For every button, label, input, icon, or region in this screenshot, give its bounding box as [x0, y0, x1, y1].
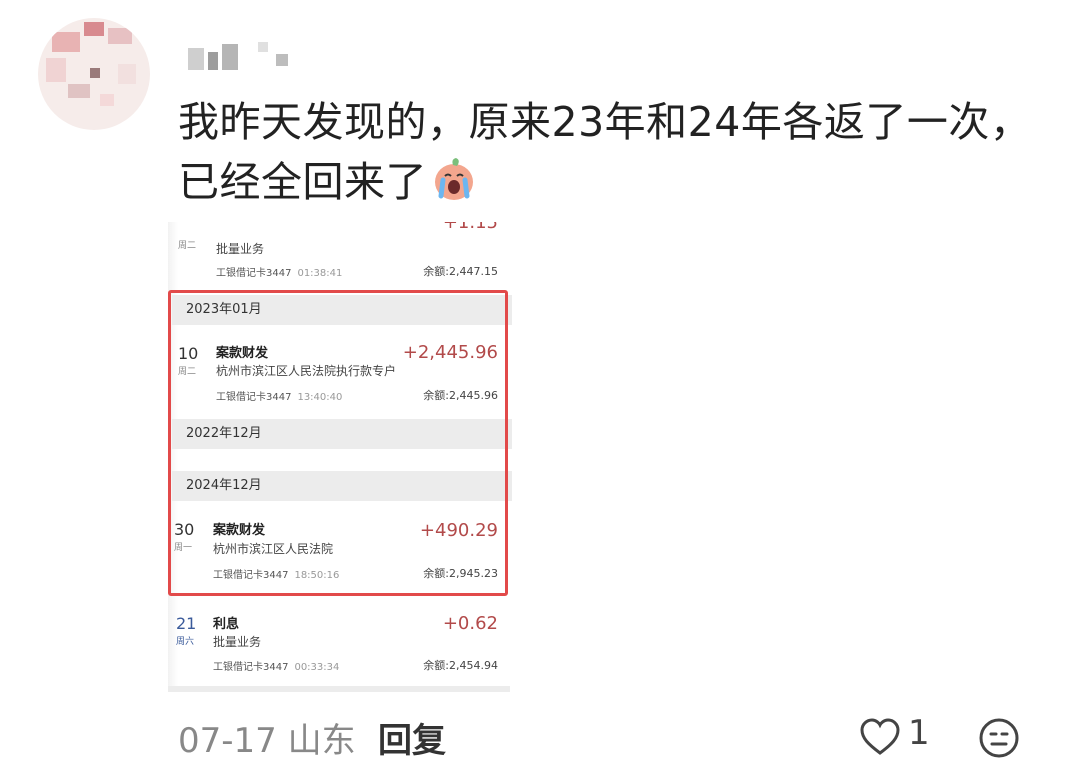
- transaction-row: 周二 批量业务 +1.15 工银借记卡3447 01:38:41 余额:2,447…: [168, 222, 514, 284]
- username-blurred[interactable]: [180, 40, 310, 76]
- transaction-balance: 余额:2,454.94: [423, 659, 498, 672]
- transaction-row: 21 周六 利息 批量业务 +0.62 工银借记卡3447 00:33:34 余额…: [168, 610, 514, 688]
- comment-text: 我昨天发现的，原来23年和24年各返了一次，已经全回来了: [178, 98, 1032, 206]
- transaction-balance: 余额:2,447.15: [423, 265, 498, 278]
- transaction-card: 工银借记卡3447 01:38:41: [216, 268, 343, 279]
- transaction-sub: 批量业务: [213, 635, 262, 649]
- reply-button[interactable]: 回复: [378, 713, 446, 762]
- transaction-amount: +1.15: [442, 222, 498, 233]
- weekday-label: 周二: [178, 241, 197, 251]
- like-count: 1: [908, 713, 930, 753]
- crying-face-icon: [435, 158, 473, 200]
- emoji-face-icon[interactable]: [978, 717, 1020, 759]
- transaction-card: 工银借记卡3447 00:33:34: [213, 662, 340, 673]
- avatar[interactable]: [38, 18, 150, 130]
- highlight-box: [168, 290, 508, 596]
- screenshot-bottom-edge: [168, 686, 510, 692]
- transaction-sub: 批量业务: [216, 242, 265, 256]
- weekday-label: 周六: [176, 637, 195, 647]
- comment-date-location: 07-17 山东: [178, 721, 356, 761]
- transaction-amount: +0.62: [442, 613, 498, 634]
- day-label: 21: [176, 614, 197, 633]
- transaction-type: 利息: [213, 617, 240, 632]
- heart-outline-icon[interactable]: [858, 717, 902, 757]
